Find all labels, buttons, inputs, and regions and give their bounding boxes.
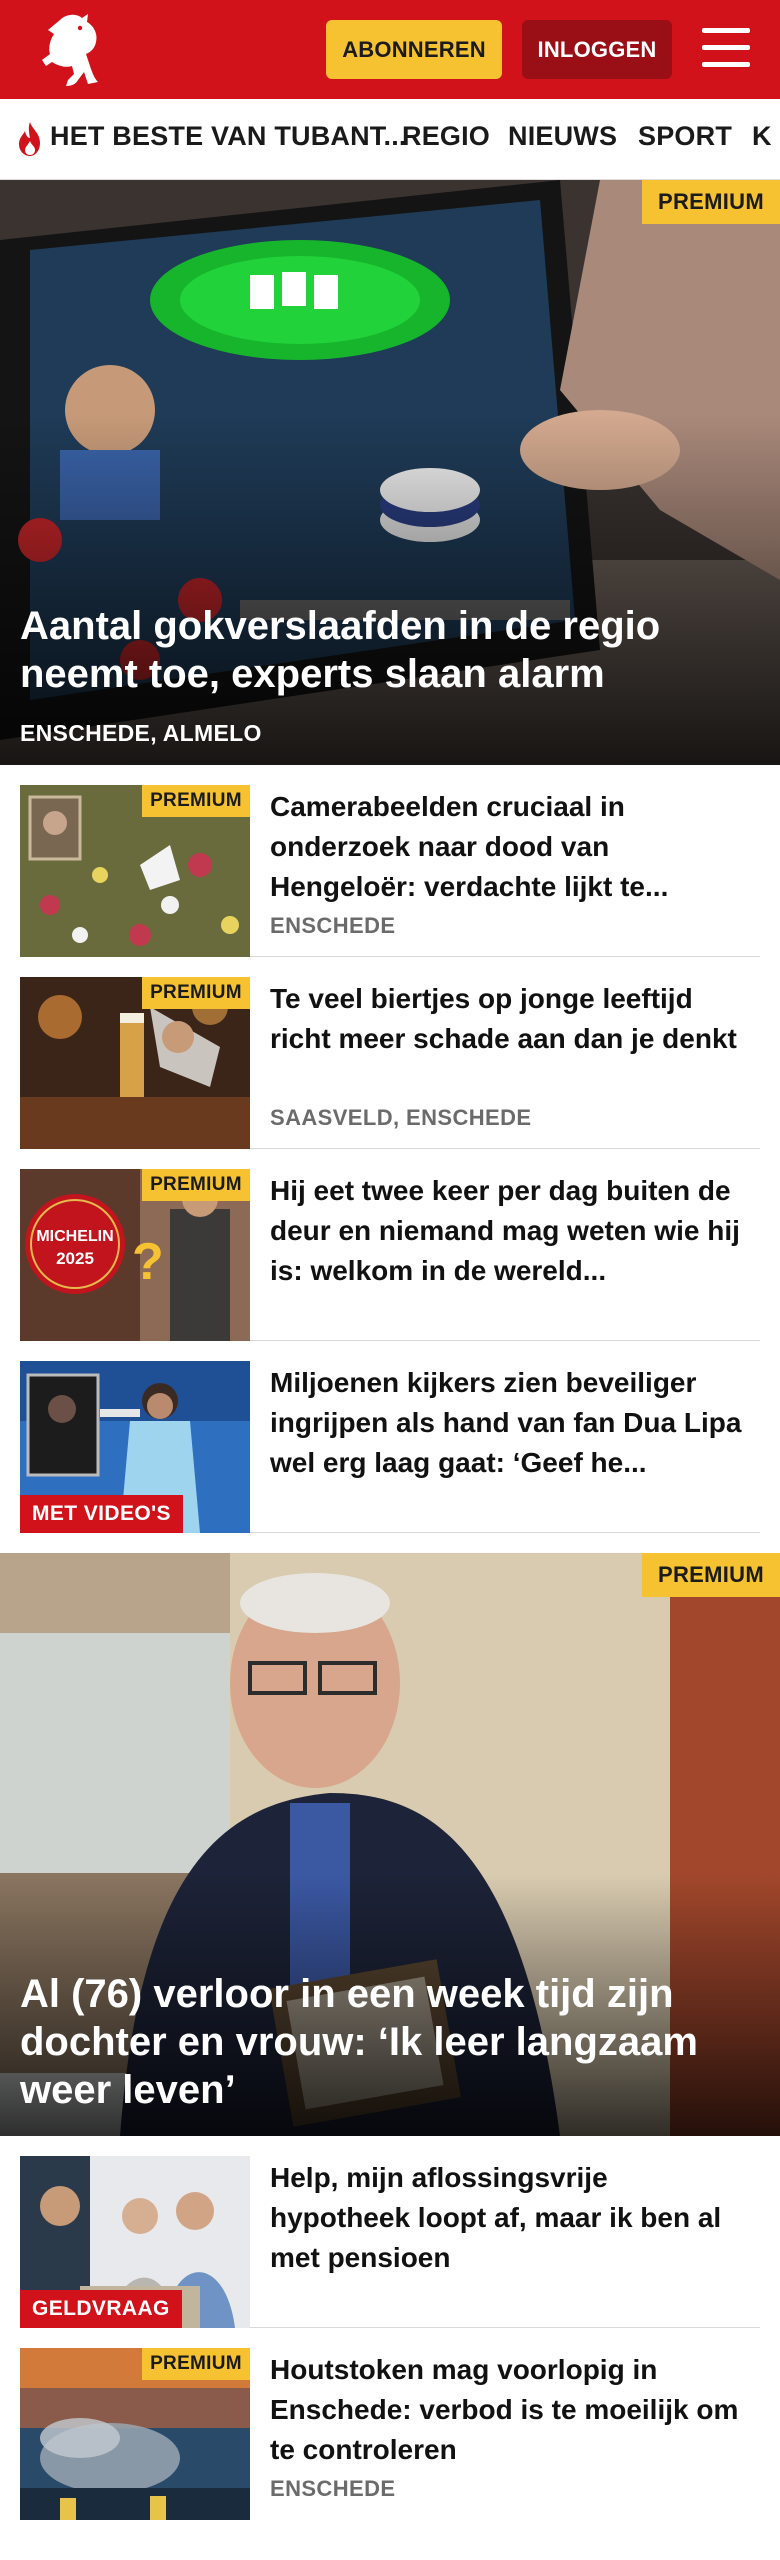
premium-badge: PREMIUM xyxy=(142,785,250,817)
hero-article-gambling[interactable]: PREMIUM Aantal gokverslaafden in de regi… xyxy=(0,180,780,765)
thumbnail: MICHELIN 2025 ? PREMIUM xyxy=(20,1169,250,1341)
thumbnail: PREMIUM xyxy=(20,977,250,1149)
article-headline[interactable]: Camerabeelden cruciaal in onderzoek naar… xyxy=(270,787,750,907)
michelin-text: MICHELIN xyxy=(36,1228,113,1245)
menu-icon[interactable] xyxy=(702,26,750,70)
article-location: SAASVELD, ENSCHEDE xyxy=(270,1105,532,1130)
premium-badge: PREMIUM xyxy=(142,2348,250,2380)
article-headline[interactable]: Hij eet twee keer per dag buiten de deur… xyxy=(270,1171,750,1291)
premium-badge: PREMIUM xyxy=(142,977,250,1009)
list-item[interactable]: MICHELIN 2025 ? PREMIUM Hij eet twee kee… xyxy=(20,1169,760,1341)
login-button[interactable]: INLOGGEN xyxy=(522,20,672,79)
list-item[interactable]: MET VIDEO'S Miljoenen kijkers zien bevei… xyxy=(20,1361,760,1533)
list-item[interactable]: PREMIUM Houtstoken mag voorlopig in Ensc… xyxy=(20,2348,760,2520)
video-label: MET VIDEO'S xyxy=(20,1495,183,1533)
article-location: ENSCHEDE xyxy=(270,913,396,938)
hero-location: ENSCHEDE, ALMELO xyxy=(20,720,262,746)
hero-article-al[interactable]: PREMIUM Al (76) verloor in een week tijd… xyxy=(0,1553,780,2136)
thumbnail: GELDVRAAG xyxy=(20,2156,250,2328)
premium-badge: PREMIUM xyxy=(642,1553,780,1597)
category-label: GELDVRAAG xyxy=(20,2290,182,2328)
thumbnail: MET VIDEO'S xyxy=(20,1361,250,1533)
nav-item-nieuws[interactable]: NIEUWS xyxy=(508,121,617,152)
article-headline[interactable]: Miljoenen kijkers zien beveiliger ingrij… xyxy=(270,1363,750,1483)
premium-badge: PREMIUM xyxy=(142,1169,250,1201)
flame-icon xyxy=(19,122,40,156)
site-header: ABONNEREN INLOGGEN xyxy=(0,0,780,99)
nav-item-overflow[interactable]: K xyxy=(752,121,772,152)
nav-item-regio[interactable]: REGIO xyxy=(402,121,490,152)
section-nav: HET BESTE VAN TUBANT... REGIO NIEUWS SPO… xyxy=(0,99,780,180)
article-headline[interactable]: Houtstoken mag voorlopig in Enschede: ve… xyxy=(270,2350,750,2470)
thumbnail: PREMIUM xyxy=(20,2348,250,2520)
hero-headline[interactable]: Al (76) verloor in een week tijd zijn do… xyxy=(20,1970,760,2114)
hero-gradient xyxy=(0,414,780,765)
article-location: ENSCHEDE xyxy=(270,2476,396,2501)
article-headline[interactable]: Te veel biertjes op jonge leeftijd richt… xyxy=(270,979,750,1059)
michelin-year: 2025 xyxy=(56,1249,94,1268)
list-item[interactable]: PREMIUM Camerabeelden cruciaal in onderz… xyxy=(20,785,760,957)
list-item[interactable]: GELDVRAAG Help, mijn aflossingsvrije hyp… xyxy=(20,2156,760,2328)
premium-badge: PREMIUM xyxy=(642,180,780,224)
article-headline[interactable]: Help, mijn aflossingsvrije hypotheek loo… xyxy=(270,2158,750,2278)
list-item[interactable]: PREMIUM Te veel biertjes op jonge leefti… xyxy=(20,977,760,1149)
subscribe-button[interactable]: ABONNEREN xyxy=(326,20,502,79)
hero-headline[interactable]: Aantal gokverslaafden in de regio neemt … xyxy=(20,602,760,698)
horse-logo-icon[interactable] xyxy=(36,10,106,90)
nav-item-best-of-tubantia[interactable]: HET BESTE VAN TUBANT... xyxy=(50,121,407,152)
question-mark-icon: ? xyxy=(132,1233,164,1291)
nav-item-sport[interactable]: SPORT xyxy=(638,121,732,152)
thumbnail: PREMIUM xyxy=(20,785,250,957)
